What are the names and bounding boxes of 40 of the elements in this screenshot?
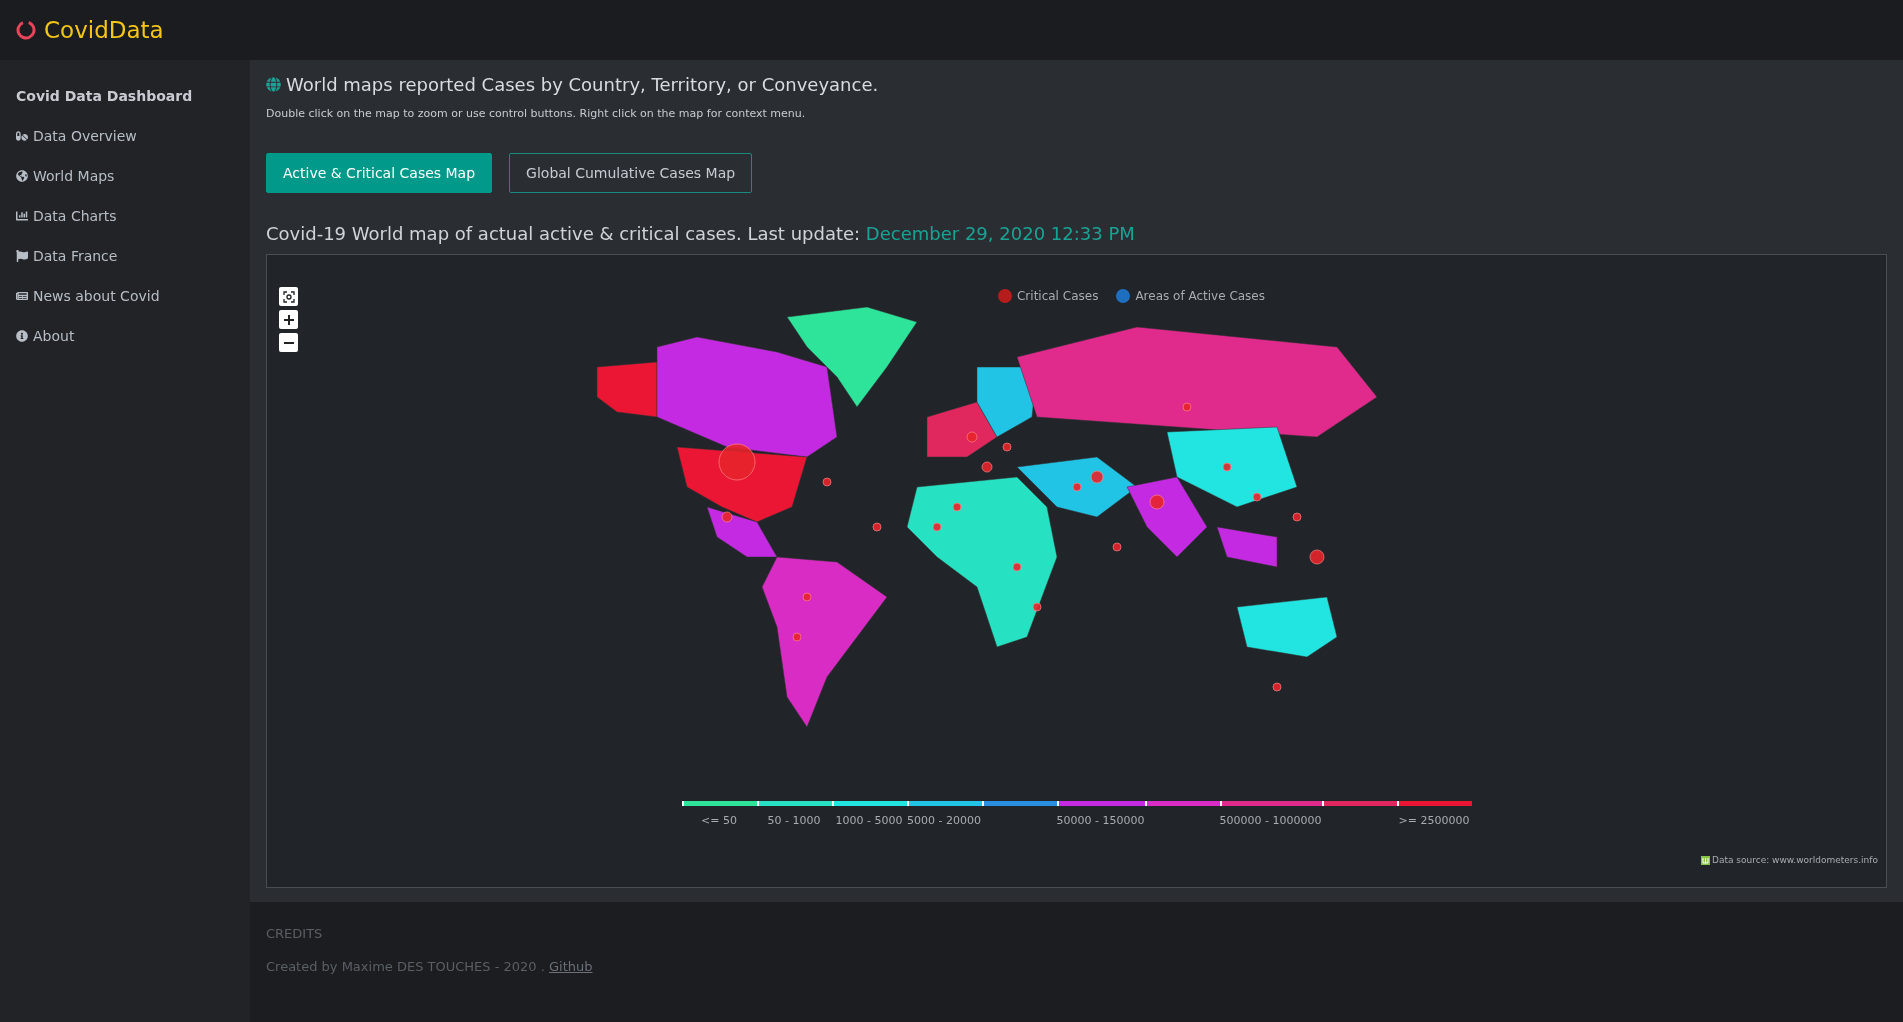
flag-icon: [16, 250, 28, 262]
info-icon: [16, 330, 28, 342]
map-subtitle: Covid-19 World map of actual active & critical cases. Last update:: [266, 223, 861, 244]
globe-icon: [266, 77, 281, 92]
sidebar-item[interactable]: World Maps: [0, 156, 250, 196]
scale-label: 5000 - 20000: [907, 814, 982, 827]
worldometers-logo-icon: [1700, 855, 1710, 865]
bar-chart-icon: [16, 210, 28, 222]
credits-heading: CREDITS: [266, 926, 324, 941]
scale-label: 50 - 1000: [767, 814, 821, 827]
legend-label[interactable]: Areas of Active Cases: [1135, 289, 1265, 303]
scale-label: >= 2500000: [1398, 814, 1470, 827]
scale-label: 500000 - 1000000: [1219, 814, 1322, 827]
zoom-out-button[interactable]: [279, 333, 298, 352]
sidebar-item[interactable]: About: [0, 316, 250, 356]
map-tab[interactable]: Global Cumulative Cases Map: [509, 153, 753, 193]
plus-icon: [282, 313, 295, 326]
newspaper-icon: [16, 290, 28, 302]
sidebar-item[interactable]: News about Covid: [0, 276, 250, 316]
credits-text: Created by Maxime DES TOUCHES - 2020 . Github: [266, 959, 594, 974]
fit-map-button[interactable]: [279, 287, 298, 306]
sidebar-item[interactable]: Data France: [0, 236, 250, 276]
pills-icon: [16, 130, 28, 142]
sidebar-heading: Covid Data Dashboard: [15, 88, 194, 106]
map-tab[interactable]: Active & Critical Cases Map: [266, 153, 493, 193]
scale-label: 1000 - 5000: [835, 814, 903, 827]
data-source: Data source: www.worldometers.info: [1711, 855, 1878, 865]
zoom-in-button[interactable]: [279, 310, 298, 329]
map-hint: Double click on the map to zoom or use control buttons. Right click on the map for context menu.: [266, 107, 807, 120]
scale-label: <= 50: [701, 814, 737, 827]
ring-logo-icon: [16, 20, 36, 40]
brand-name: CovidData: [44, 17, 164, 43]
scale-label: 50000 - 150000: [1056, 814, 1145, 827]
fit-icon: [282, 290, 295, 303]
sidebar-item[interactable]: Data Overview: [0, 116, 250, 156]
page-title: World maps reported Cases by Country, Territory, or Conveyance.: [286, 74, 879, 95]
legend-label[interactable]: Critical Cases: [1017, 289, 1099, 303]
sidebar-item[interactable]: Data Charts: [0, 196, 250, 236]
globe-icon: [16, 170, 28, 182]
update-date: December 29, 2020 12:33 PM: [865, 223, 1135, 244]
